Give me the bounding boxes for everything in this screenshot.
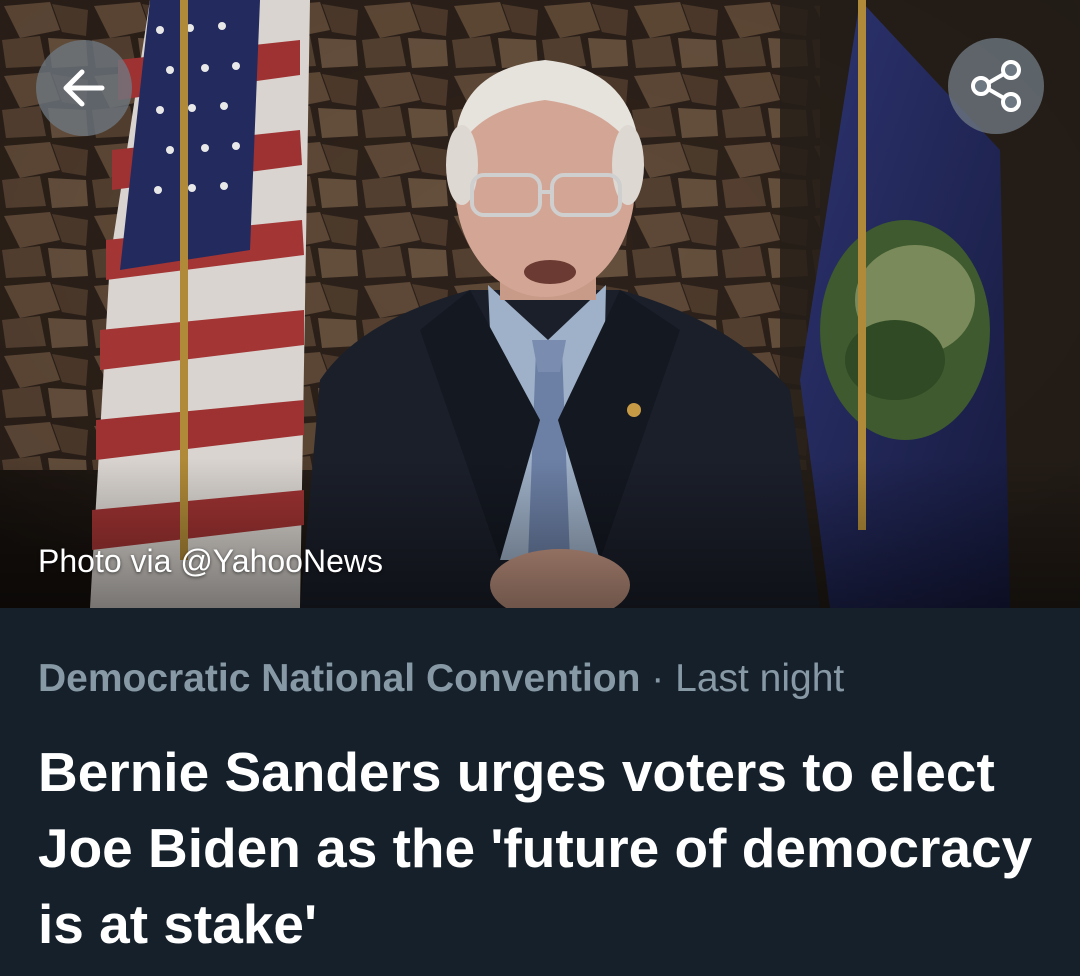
share-icon [971, 60, 1021, 112]
photo-credit: Photo via @YahooNews [38, 543, 383, 579]
back-button[interactable] [36, 40, 132, 136]
story-headline: Bernie Sanders urges voters to elect Joe… [38, 741, 1033, 955]
story-timestamp: Last night [675, 657, 845, 700]
hero-bottom-gradient [0, 458, 1080, 608]
story-meta: Democratic National Convention · Last ni… [38, 655, 844, 703]
story-category[interactable]: Democratic National Convention [38, 657, 640, 700]
hero-photo[interactable]: Photo via @YahooNews [0, 0, 1080, 608]
story-detail-screen: Photo via @YahooNews Democratic National… [0, 0, 1080, 976]
share-button[interactable] [948, 38, 1044, 134]
arrow-left-icon [63, 69, 105, 107]
meta-separator: · [651, 657, 665, 700]
